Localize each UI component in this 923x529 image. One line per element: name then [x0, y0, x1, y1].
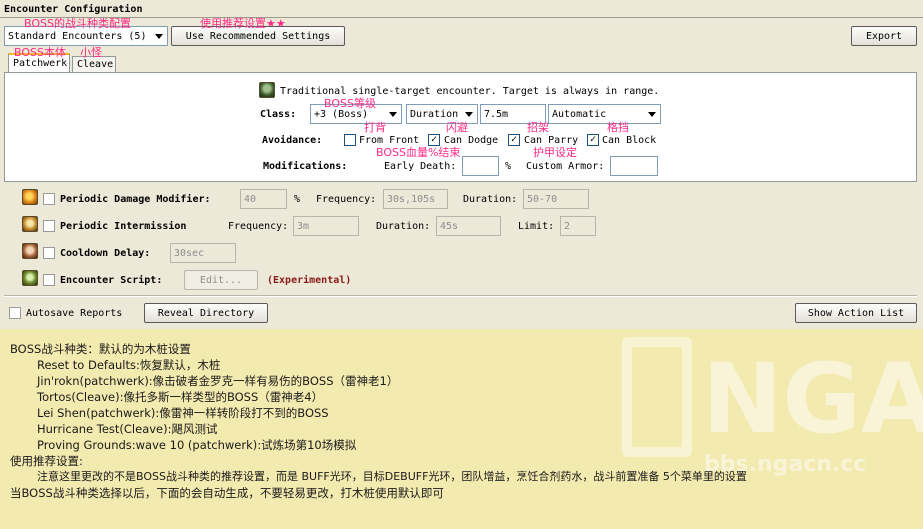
note-line: Proving Grounds:wave 10 (patchwerk):试炼场第… [37, 438, 357, 452]
from-front-checkbox[interactable] [344, 134, 356, 146]
cooldown-delay-value: 30sec [174, 247, 205, 259]
autosave-checkbox[interactable] [9, 307, 21, 319]
periodic-intermission-duration-input[interactable]: 45s [436, 216, 501, 236]
export-label: Export [865, 30, 903, 42]
annotation-boss-type: BOSS的战斗种类配置 [24, 17, 131, 30]
periodic-intermission-limit-label: Limit: [518, 221, 555, 232]
periodic-intermission-limit-input[interactable]: 2 [560, 216, 596, 236]
early-death-percent: % [505, 161, 512, 172]
cooldown-delay-label: Cooldown Delay: [60, 248, 151, 259]
cooldown-delay-icon [22, 243, 38, 259]
export-button[interactable]: Export [851, 26, 917, 46]
use-recommended-label: Use Recommended Settings [185, 30, 331, 42]
periodic-intermission-frequency-label: Frequency: [228, 221, 289, 232]
periodic-damage-duration-input[interactable]: 50-70 [523, 189, 589, 209]
annotation-boss-body: BOSS本体 [14, 46, 66, 59]
show-action-list-button[interactable]: Show Action List [795, 303, 917, 323]
note-line: 注意这里更改的不是BOSS战斗种类的推荐设置，而是 BUFF光环，目标DEBUF… [37, 470, 747, 483]
show-action-list-label: Show Action List [807, 307, 905, 319]
periodic-intermission-frequency-value: 3m [297, 220, 310, 232]
periodic-intermission-duration-value: 45s [440, 220, 459, 232]
cooldown-delay-checkbox[interactable] [43, 247, 55, 259]
duration-select-value: Duration [410, 108, 459, 120]
encounter-script-icon [22, 270, 38, 286]
periodic-damage-value-input[interactable]: 40 [240, 189, 287, 209]
avoidance-label: Avoidance: [262, 135, 323, 146]
periodic-damage-duration-value: 50-70 [527, 193, 558, 205]
class-label: Class: [260, 109, 297, 120]
tab-cleave-label: Cleave [77, 59, 114, 70]
note-line: Lei Shen(patchwerk):像雷神一样转阶段打不到的BOSS [37, 406, 329, 420]
mode-select[interactable]: Automatic [548, 104, 661, 124]
periodic-damage-frequency-value: 30s,105s [387, 193, 436, 205]
mode-select-value: Automatic [552, 108, 607, 120]
window-title: Encounter Configuration [4, 4, 143, 15]
periodic-intermission-limit-value: 2 [564, 220, 571, 232]
encounter-script-checkbox[interactable] [43, 274, 55, 286]
notes-panel: NGA bbs.ngacn.cc BOSS战斗种类：默认的为木桩设置 Reset… [0, 329, 923, 529]
chevron-down-icon [465, 112, 473, 117]
annotation-dodge: 闪避 [446, 121, 468, 134]
edit-script-button[interactable]: Edit... [184, 270, 258, 290]
periodic-damage-value: 40 [244, 193, 257, 205]
nga-watermark-text: NGA [702, 343, 923, 455]
encounter-script-label: Encounter Script: [60, 275, 163, 286]
reveal-directory-button[interactable]: Reveal Directory [144, 303, 268, 323]
note-line: Reset to Defaults:恢复默认，木桩 [37, 358, 221, 372]
note-line: BOSS战斗种类：默认的为木桩设置 [10, 342, 191, 356]
annotation-minion: 小怪 [80, 46, 102, 59]
note-line: 当BOSS战斗种类选择以后，下面的会自动生成，不要轻易更改，打木桩使用默认即可 [10, 486, 444, 500]
periodic-damage-percent: % [294, 194, 301, 205]
annotation-block: 格挡 [607, 121, 629, 134]
note-line: Tortos(Cleave):像托多斯一样类型的BOSS（雷神老4） [37, 390, 324, 404]
note-line: Jin'rokn(patchwerk):像击破者金罗克一样有易伤的BOSS（雷神… [37, 374, 399, 388]
chevron-down-icon [155, 34, 163, 39]
reveal-directory-label: Reveal Directory [157, 307, 255, 319]
early-death-label: Early Death: [384, 161, 457, 172]
annotation-boss-level: BOSS等级 [324, 97, 376, 110]
periodic-damage-frequency-input[interactable]: 30s,105s [383, 189, 448, 209]
autosave-label: Autosave Reports [26, 308, 123, 319]
chevron-down-icon [389, 112, 397, 117]
periodic-damage-label: Periodic Damage Modifier: [60, 194, 211, 205]
can-parry-checkbox[interactable]: ✓ [508, 134, 520, 146]
window-title-bar: Encounter Configuration [0, 0, 923, 18]
can-block-label: Can Block [602, 135, 657, 146]
encounter-type-value: Standard Encounters (5) [8, 30, 147, 42]
annotation-hit: 打背 [364, 121, 386, 134]
periodic-damage-checkbox[interactable] [43, 193, 55, 205]
note-line: 使用推荐设置: [10, 454, 83, 468]
early-death-input[interactable] [462, 156, 499, 176]
edit-script-label: Edit... [199, 274, 243, 286]
periodic-intermission-checkbox[interactable] [43, 220, 55, 232]
periodic-damage-duration-label: Duration: [463, 194, 518, 205]
note-line: Hurricane Test(Cleave):飓风测试 [37, 422, 218, 436]
duration-input-value: 7.5m [484, 108, 509, 120]
periodic-damage-frequency-label: Frequency: [316, 194, 377, 205]
divider [4, 295, 917, 297]
boss-portrait-icon [259, 82, 275, 98]
can-dodge-checkbox[interactable]: ✓ [428, 134, 440, 146]
tab-patchwerk-label: Patchwerk [13, 58, 68, 69]
can-block-checkbox[interactable]: ✓ [587, 134, 599, 146]
chevron-down-icon [648, 112, 656, 117]
annotation-armor: 护甲设定 [533, 146, 577, 159]
periodic-intermission-frequency-input[interactable]: 3m [293, 216, 359, 236]
experimental-note: (Experimental) [267, 275, 352, 286]
periodic-intermission-duration-label: Duration: [376, 221, 431, 232]
modifications-label: Modifications: [263, 161, 348, 172]
custom-armor-label: Custom Armor: [526, 161, 605, 172]
periodic-damage-icon [22, 189, 38, 205]
annotation-recommended: 使用推荐设置★★ [200, 17, 286, 30]
cooldown-delay-input[interactable]: 30sec [170, 243, 236, 263]
custom-armor-input[interactable] [610, 156, 658, 176]
class-value: +3 (Boss) [314, 108, 369, 120]
annotation-parry: 招架 [527, 121, 549, 134]
annotation-blood-end: BOSS血量%结束 [376, 146, 461, 159]
periodic-intermission-icon [22, 216, 38, 232]
nga-watermark-logo [622, 337, 692, 457]
periodic-intermission-label: Periodic Intermission [60, 221, 187, 232]
